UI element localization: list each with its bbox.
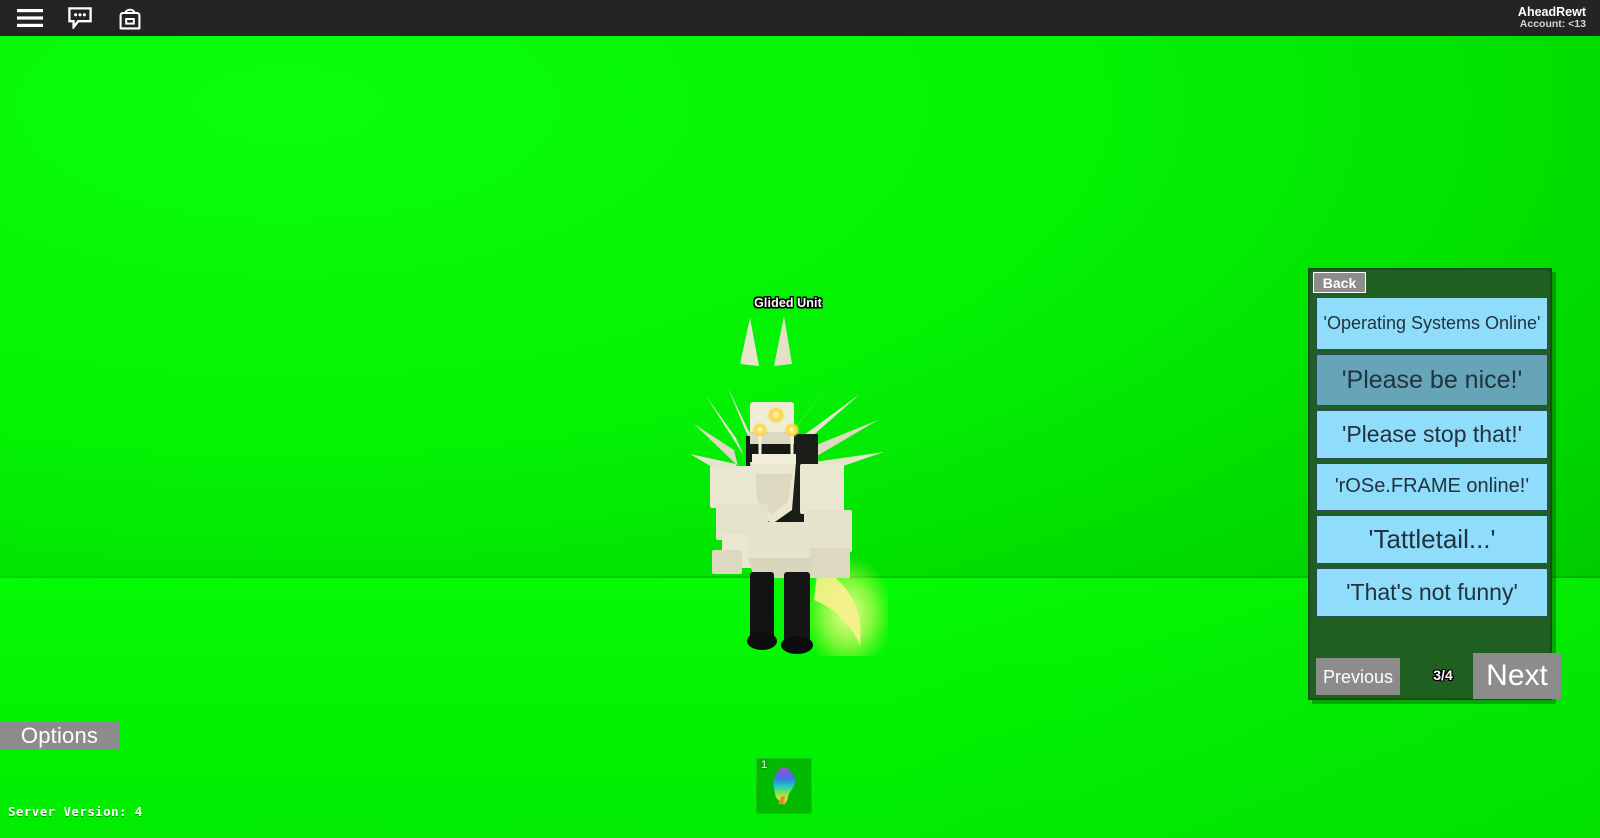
game-screen: Glided Unit AheadRewt Account: <13 Optio… (0, 0, 1600, 838)
dialogue-choice-label: 'Please stop that!' (1341, 421, 1523, 448)
chat-icon[interactable] (58, 0, 102, 36)
dialogue-choice-label: 'rOSe.FRAME online!' (1334, 475, 1530, 498)
account-type-label: Account: <13 (1519, 18, 1586, 31)
dialogue-choice-1[interactable]: 'Operating Systems Online' (1316, 297, 1548, 350)
chat-bubble-glyph (68, 7, 92, 29)
player-character: Glided Unit (688, 296, 888, 656)
username-label: AheadRewt (1517, 5, 1586, 20)
dialogue-choice-label: 'That's not funny' (1346, 579, 1518, 606)
page-indicator: 3/4 (1433, 667, 1453, 683)
dialogue-choice-label: 'Operating Systems Online' (1323, 312, 1541, 333)
roblox-topbar: AheadRewt Account: <13 (0, 0, 1600, 36)
account-info[interactable]: AheadRewt Account: <13 (1518, 5, 1600, 31)
previous-button-label: Previous (1322, 666, 1394, 687)
next-button-label: Next (1486, 659, 1548, 692)
dialogue-choice-4[interactable]: 'rOSe.FRAME online!' (1316, 463, 1548, 511)
dialogue-choice-3[interactable]: 'Please stop that!' (1316, 410, 1548, 459)
dialogue-pagination: Previous 3/4 Next (1316, 653, 1561, 699)
hamburger-menu-glyph (17, 9, 43, 27)
back-button[interactable]: Back (1313, 272, 1366, 293)
character-model (690, 316, 888, 656)
options-button-label: Options (20, 723, 99, 748)
rainbow-flame-item-icon (773, 767, 795, 805)
hotbar: 1 (756, 758, 812, 814)
topbar-icon-group (0, 0, 152, 36)
previous-page-button[interactable]: Previous (1316, 658, 1400, 695)
backpack-icon[interactable] (108, 0, 152, 36)
character-nameplate: Glided Unit (754, 296, 822, 310)
dialogue-choice-5[interactable]: 'Tattletail...' (1316, 515, 1548, 564)
dialogue-choice-label: 'Tattletail...' (1368, 524, 1496, 555)
server-version-label: Server Version: 4 (8, 804, 143, 819)
hotbar-slot-1[interactable]: 1 (756, 758, 812, 814)
backpack-glyph (119, 8, 141, 30)
dialogue-choice-label: 'Please be nice!' (1341, 365, 1523, 394)
hamburger-menu-icon[interactable] (8, 0, 52, 36)
dialogue-choice-2[interactable]: 'Please be nice!' (1316, 354, 1548, 406)
dialogue-choice-6[interactable]: 'That's not funny' (1316, 568, 1548, 617)
options-button[interactable]: Options (0, 722, 119, 750)
back-button-label: Back (1322, 274, 1357, 291)
dialogue-choice-list: 'Operating Systems Online' 'Please be ni… (1316, 297, 1548, 621)
hotbar-slot-number: 1 (761, 759, 768, 771)
next-page-button[interactable]: Next (1473, 653, 1561, 699)
dialogue-choice-panel: Back 'Operating Systems Online' 'Please … (1308, 268, 1561, 700)
